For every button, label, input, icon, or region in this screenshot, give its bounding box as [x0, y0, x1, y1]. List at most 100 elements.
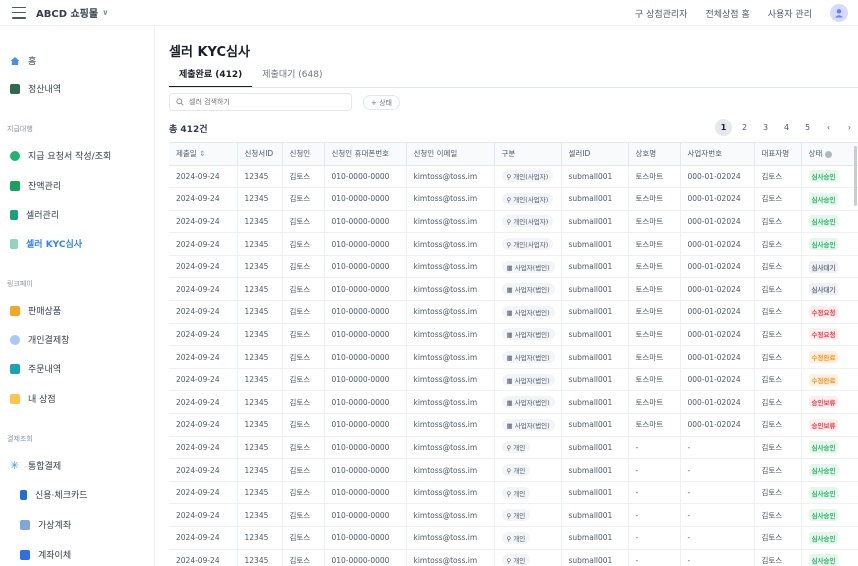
table-scrollbar[interactable]: [854, 146, 857, 206]
next-page-icon[interactable]: ›: [841, 119, 858, 136]
page-5[interactable]: 5: [799, 119, 816, 136]
cell-phone: 010-0000-0000: [324, 390, 407, 415]
table-row[interactable]: 2024-09-24 12345 김토스 010-0000-0000 kimtoss@t…: [169, 300, 858, 324]
search-box[interactable]: [169, 93, 352, 111]
cell-business-number: 000-01-02024: [680, 345, 755, 369]
cell-application-id: 12345: [237, 300, 283, 324]
cell-business-number: -: [680, 549, 755, 566]
sidebar-item-seller-management[interactable]: 셀러관리: [10, 208, 59, 221]
cell-status: 심사승인: [801, 232, 858, 256]
cell-type: ⚲ 개인(사업자): [494, 232, 562, 256]
type-label: 사업자(법인): [514, 421, 550, 430]
cell-seller-id: submall001: [561, 368, 629, 392]
wallet-icon: [10, 180, 20, 191]
cell-type: ⚲ 개인(사업자): [494, 210, 562, 234]
cell-business-name: 토스마트: [628, 323, 681, 347]
table-row[interactable]: 2024-09-24 12345 김토스 010-0000-0000 kimtoss@t…: [169, 345, 858, 369]
page-2[interactable]: 2: [736, 119, 753, 136]
table-row[interactable]: 2024-09-24 12345 김토스 010-0000-0000 kimtoss@t…: [169, 187, 858, 211]
table-row[interactable]: 2024-09-24 12345 김토스 010-0000-0000 kimtoss@t…: [169, 413, 858, 437]
cell-submitted-date: 2024-09-24: [169, 345, 238, 369]
header-label: 상태: [808, 149, 823, 159]
table-row[interactable]: 2024-09-24 12345 김토스 010-0000-0000 kimtoss@t…: [169, 549, 858, 566]
cell-business-number: 000-01-02024: [680, 300, 755, 324]
sidebar-item-products[interactable]: 판매상품: [10, 304, 61, 317]
page-1[interactable]: 1: [715, 119, 732, 136]
cell-applicant: 김토스: [282, 232, 325, 256]
header-seller-id: 셀러ID: [561, 143, 629, 166]
cell-status: 심사승인: [801, 458, 858, 482]
table-row[interactable]: 2024-09-24 12345 김토스 010-0000-0000 kimtoss@t…: [169, 526, 858, 550]
table-row[interactable]: 2024-09-24 12345 김토스 010-0000-0000 kimtoss@t…: [169, 232, 858, 256]
sidebar-item-orders[interactable]: 주문내역: [10, 362, 61, 375]
topnav-user-management[interactable]: 사용자 관리: [768, 7, 812, 20]
store-icon: [10, 393, 20, 404]
table-row[interactable]: 2024-09-24 12345 김토스 010-0000-0000 kimtoss@t…: [169, 481, 858, 505]
cell-status: 수정요청: [801, 300, 858, 324]
cell-business-number: 000-01-02024: [680, 232, 755, 256]
section-title-payment-lookup: 결제조회: [7, 435, 33, 443]
table-row[interactable]: 2024-09-24 12345 김토스 010-0000-0000 kimtoss@t…: [169, 368, 858, 392]
type-chip: ⚲ 개인: [501, 509, 531, 522]
cell-email: kimtoss@toss.im: [406, 549, 495, 566]
sidebar-item-personal-payment[interactable]: 개인결제창: [10, 333, 69, 346]
cell-email: kimtoss@toss.im: [406, 187, 495, 211]
status-filter-button[interactable]: + 상태: [363, 95, 400, 110]
sidebar-item-balance[interactable]: 잔액관리: [10, 179, 61, 192]
sidebar-item-card[interactable]: 신용·체크카드: [20, 488, 88, 501]
table-row[interactable]: 2024-09-24 12345 김토스 010-0000-0000 kimtoss@t…: [169, 277, 858, 302]
cell-status: 수정완료: [801, 368, 858, 392]
cell-applicant: 김토스: [282, 368, 325, 392]
table-row[interactable]: 2024-09-24 12345 김토스 010-0000-0000 kimtoss@t…: [169, 390, 858, 415]
page-3[interactable]: 3: [757, 119, 774, 136]
table-row[interactable]: 2024-09-24 12345 김토스 010-0000-0000 kimtoss@t…: [169, 165, 858, 189]
table-row[interactable]: 2024-09-24 12345 김토스 010-0000-0000 kimtoss@t…: [169, 210, 858, 234]
cell-submitted-date: 2024-09-24: [169, 187, 238, 211]
tab-submitted[interactable]: 제출완료 (412): [169, 67, 253, 88]
status-badge: 심사승인: [808, 554, 839, 566]
topnav-all-stores-home[interactable]: 전체상점 홈: [705, 7, 749, 20]
table-row[interactable]: 2024-09-24 12345 김토스 010-0000-0000 kimtoss@t…: [169, 503, 858, 527]
sidebar-item-integrated-payment[interactable]: ✳ 통합결제: [10, 459, 61, 472]
table-row[interactable]: 2024-09-24 12345 김토스 010-0000-0000 kimtoss@t…: [169, 323, 858, 347]
product-icon: [10, 305, 20, 316]
cell-representative: 김토스: [754, 187, 802, 211]
avatar[interactable]: [830, 4, 848, 22]
sidebar-item-payout-request[interactable]: 지급 요청서 작성/조회: [10, 149, 111, 162]
sidebar-item-seller-kyc[interactable]: 셀러 KYC심사: [10, 237, 82, 250]
cell-email: kimtoss@toss.im: [406, 255, 495, 279]
sidebar-item-home[interactable]: 홈: [10, 54, 36, 67]
type-label: 개인(사업자): [513, 218, 549, 227]
prev-page-icon[interactable]: ‹: [820, 119, 837, 136]
cell-application-id: 12345: [237, 323, 283, 347]
store-selector[interactable]: ABCD 쇼핑몰 ∨: [36, 5, 109, 20]
header-representative: 대표자명: [754, 143, 802, 166]
tab-pending[interactable]: 제출대기 (648): [252, 67, 332, 88]
cell-type: ⚲ 개인: [494, 458, 562, 482]
cell-submitted-date: 2024-09-24: [169, 458, 238, 482]
sidebar-item-my-store[interactable]: 내 상점: [10, 392, 56, 405]
sparkle-icon: ✳: [10, 459, 20, 472]
cell-application-id: 12345: [237, 436, 283, 460]
header-business-name: 상호명: [628, 143, 681, 166]
table-row[interactable]: 2024-09-24 12345 김토스 010-0000-0000 kimtoss@t…: [169, 458, 858, 482]
header-submitted-date[interactable]: 제출일 ⇕: [169, 143, 238, 166]
sidebar-item-settlement[interactable]: 정산내역: [10, 82, 61, 95]
cell-seller-id: submall001: [561, 549, 629, 566]
topnav-legacy-admin[interactable]: 구 상점관리자: [635, 7, 688, 20]
cell-phone: 010-0000-0000: [324, 232, 407, 256]
cell-business-name: -: [628, 458, 681, 482]
table-row[interactable]: 2024-09-24 12345 김토스 010-0000-0000 kimtoss@t…: [169, 255, 858, 279]
hamburger-menu-icon[interactable]: [12, 6, 26, 19]
page-4[interactable]: 4: [778, 119, 795, 136]
type-chip: ⚲ 개인: [501, 486, 531, 499]
cell-email: kimtoss@toss.im: [406, 232, 495, 256]
search-input[interactable]: [189, 98, 339, 106]
cell-representative: 김토스: [754, 436, 802, 460]
table-row[interactable]: 2024-09-24 12345 김토스 010-0000-0000 kimtoss@t…: [169, 436, 858, 460]
sidebar-item-virtual-account[interactable]: 가상계좌: [20, 518, 71, 531]
cell-seller-id: submall001: [561, 503, 629, 527]
sidebar-item-account-transfer[interactable]: 계좌이체: [20, 548, 71, 561]
cell-seller-id: submall001: [561, 255, 629, 279]
type-chip: ⚲ 개인: [501, 531, 531, 544]
